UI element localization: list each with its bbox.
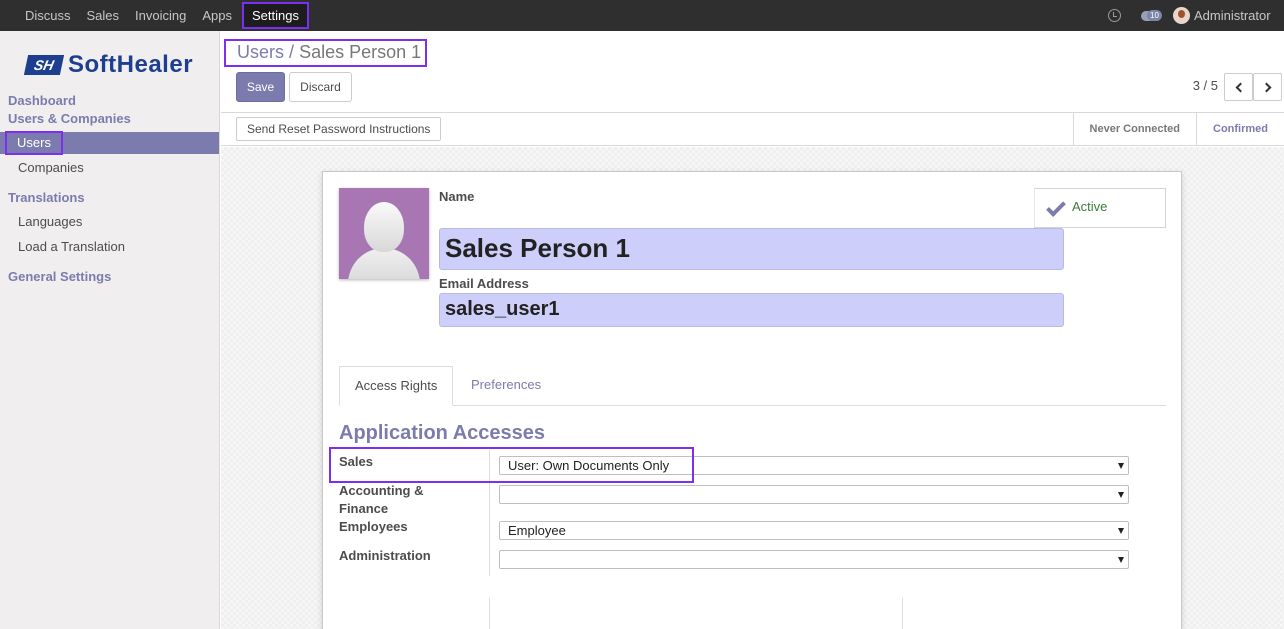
main-menu: Discuss Sales Invoicing Apps Settings [17,0,309,31]
sidebar-item-users-label: Users [5,131,63,155]
save-button[interactable]: Save [236,72,285,102]
sidebar: SH SoftHealer Dashboard Users & Companie… [0,31,220,629]
dropdown-caret-icon [1118,528,1124,534]
column-divider-lower [489,598,490,629]
active-label: Active [1072,199,1108,214]
tab-preferences[interactable]: Preferences [456,366,556,406]
accounting-access-select[interactable] [499,485,1129,504]
check-icon [1046,197,1066,217]
sidebar-item-dashboard[interactable]: Dashboard [0,93,219,108]
user-menu-name[interactable]: Administrator [1194,8,1284,23]
name-label: Name [439,189,475,204]
pager-next-button[interactable] [1253,73,1282,101]
menu-invoicing[interactable]: Invoicing [127,0,194,31]
menu-sales[interactable]: Sales [79,0,128,31]
stage-never-connected: Never Connected [1072,113,1196,145]
form-tabs: Access Rights Preferences [339,366,1166,406]
active-toggle-button[interactable]: Active [1034,188,1166,228]
sidebar-item-users[interactable]: Users [0,131,219,155]
administration-access-select[interactable] [499,550,1129,569]
sales-row-highlight [329,447,694,483]
stage-confirmed: Confirmed [1196,113,1284,145]
avatar-head-shape [364,202,404,252]
send-reset-password-button[interactable]: Send Reset Password Instructions [236,117,442,141]
messaging-icon[interactable]: 10 [1141,9,1162,21]
systray: 10 Administrator [1108,0,1284,31]
user-photo[interactable] [339,188,429,279]
accounting-label: Accounting & Finance [339,483,424,516]
chevron-right-icon [1261,82,1271,92]
chat-count-badge: 10 [1147,9,1162,21]
chevron-left-icon [1235,82,1245,92]
sidebar-item-companies[interactable]: Companies [0,160,219,175]
form-statusbar: Send Reset Password Instructions Never C… [221,113,1284,146]
menu-settings[interactable]: Settings [242,2,309,29]
breadcrumb-users-link[interactable]: Users [237,42,284,62]
breadcrumb: Users / Sales Person 1 [224,39,428,67]
name-field[interactable]: Sales Person 1 [439,228,1064,270]
dropdown-caret-icon [1118,463,1124,469]
sidebar-item-translations[interactable]: Translations [0,190,219,205]
menu-discuss[interactable]: Discuss [17,0,79,31]
top-navbar: Discuss Sales Invoicing Apps Settings 10… [0,0,1284,31]
administration-label: Administration [339,548,431,563]
sidebar-item-general-settings[interactable]: General Settings [0,269,219,284]
pager-value[interactable]: 3 / 5 [1193,78,1218,93]
column-divider-lower-right [902,598,903,629]
employees-label: Employees [339,519,408,534]
control-panel: Users / Sales Person 1 Save Discard 3 / … [221,31,1284,113]
sidebar-item-users-companies[interactable]: Users & Companies [0,111,219,126]
breadcrumb-separator: / [289,42,295,62]
pager-previous-button[interactable] [1224,73,1253,101]
section-title: Application Accesses [339,422,546,444]
dropdown-caret-icon [1118,492,1124,498]
employees-access-value: Employee [508,523,566,538]
menu-apps[interactable]: Apps [194,0,240,31]
breadcrumb-current: Sales Person 1 [299,42,422,62]
activity-clock-icon[interactable] [1108,9,1121,22]
dropdown-caret-icon [1118,557,1124,563]
avatar-body-shape [348,248,420,279]
company-logo: SH SoftHealer [23,51,194,79]
email-field[interactable]: sales_user1 [439,293,1064,327]
employees-access-select[interactable]: Employee [499,521,1129,540]
discard-button[interactable]: Discard [289,72,352,102]
tab-access-rights[interactable]: Access Rights [339,366,454,406]
logo-mark: SH [23,55,65,75]
form-sheet: Name Sales Person 1 Email Address sales_… [322,171,1182,629]
email-label: Email Address [439,276,529,291]
logo-text: SoftHealer [68,51,194,78]
sidebar-item-load-translation[interactable]: Load a Translation [0,239,219,254]
user-avatar[interactable] [1173,7,1190,24]
status-stages: Never Connected Confirmed [1072,113,1284,145]
sidebar-item-languages[interactable]: Languages [0,214,219,229]
